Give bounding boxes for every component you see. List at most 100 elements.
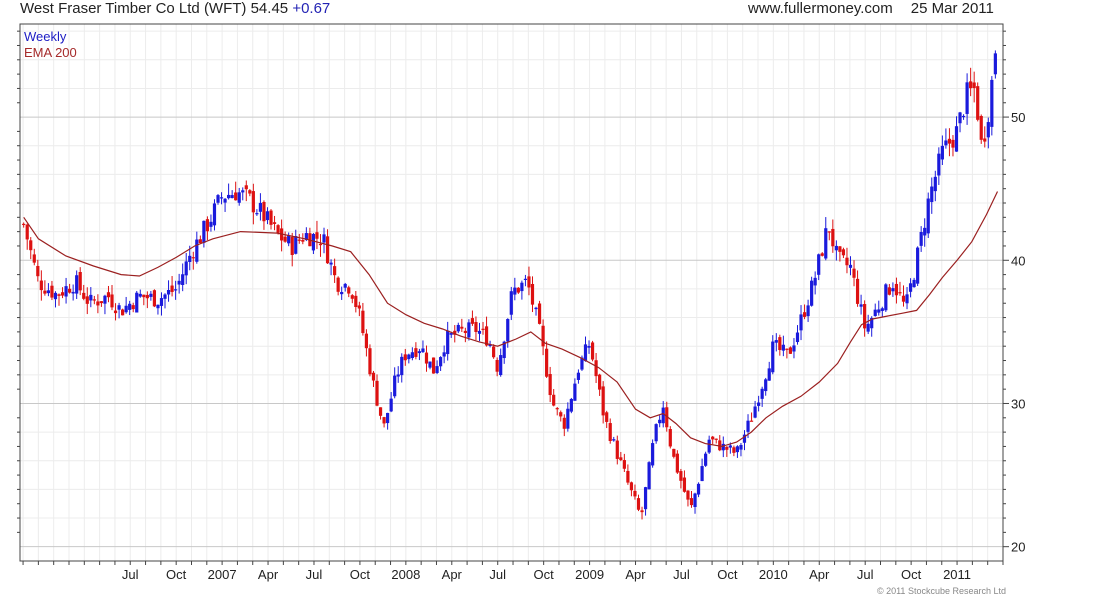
- candle-up: [824, 228, 828, 259]
- candle-down: [598, 374, 602, 390]
- candle-down: [39, 280, 43, 291]
- candle-up: [75, 275, 79, 294]
- candle-up: [520, 282, 524, 292]
- candle-down: [170, 285, 174, 292]
- candle-down: [590, 342, 595, 360]
- candle-up: [410, 352, 414, 359]
- candle-up: [138, 293, 142, 297]
- candle-down: [297, 239, 301, 241]
- candle-down: [541, 325, 545, 347]
- candle-down: [594, 360, 598, 377]
- candle-up: [965, 82, 969, 114]
- candle-up: [135, 292, 139, 313]
- y-tick-label: 20: [1011, 540, 1025, 555]
- x-tick-label: 2009: [575, 567, 604, 582]
- candle-down: [714, 438, 718, 440]
- candle-up: [103, 295, 107, 304]
- candle-down: [244, 185, 248, 190]
- candle-up: [322, 234, 326, 243]
- x-tick-label: Jul: [857, 567, 874, 582]
- candle-down: [68, 288, 72, 293]
- candle-down: [894, 283, 899, 296]
- candle-up: [569, 398, 573, 412]
- candle-down: [368, 348, 372, 375]
- candle-down: [552, 394, 556, 406]
- candle-down: [191, 257, 195, 259]
- candle-up: [834, 245, 838, 251]
- candle-down: [470, 318, 475, 324]
- candle-up: [400, 356, 404, 376]
- x-tick-label: Oct: [350, 567, 371, 582]
- candle-up: [739, 445, 743, 450]
- candle-down: [672, 448, 676, 457]
- candle-up: [884, 284, 888, 311]
- candle-up: [795, 332, 800, 343]
- candle-down: [262, 201, 266, 222]
- candle-down: [152, 290, 157, 307]
- candle-down: [640, 510, 644, 513]
- candle-up: [764, 379, 768, 392]
- candle-up: [241, 190, 245, 193]
- candle-down: [559, 412, 563, 417]
- candle-down: [283, 236, 287, 242]
- x-tick-label: Jul: [673, 567, 690, 582]
- candle-down: [142, 294, 146, 298]
- x-tick-label: Jul: [122, 567, 139, 582]
- candle-up: [421, 348, 425, 353]
- candle-up: [177, 280, 181, 285]
- candle-down: [725, 446, 729, 450]
- candle-down: [484, 326, 489, 346]
- candle-up: [916, 247, 920, 284]
- candle-up: [933, 176, 937, 192]
- candle-up: [658, 419, 662, 424]
- candle-up: [880, 308, 884, 311]
- x-tick-label: Jul: [489, 567, 506, 582]
- candle-up: [343, 283, 347, 288]
- candle-up: [958, 112, 962, 124]
- candle-up: [908, 283, 913, 292]
- candle-down: [530, 283, 535, 305]
- candle-down: [205, 219, 210, 232]
- candle-up: [128, 303, 132, 310]
- candle-up: [89, 294, 93, 301]
- candle-up: [930, 186, 934, 203]
- candle-up: [993, 53, 997, 75]
- x-tick-label: 2007: [208, 567, 237, 582]
- candle-down: [619, 457, 623, 461]
- candle-up: [389, 398, 393, 412]
- candle-down: [43, 290, 47, 294]
- x-tick-label: Oct: [166, 567, 187, 582]
- x-tick-label: Apr: [258, 567, 279, 582]
- candle-down: [969, 81, 973, 89]
- candle-down: [622, 460, 626, 469]
- candle-up: [216, 195, 220, 203]
- candle-up: [654, 424, 658, 442]
- candle-up: [117, 305, 121, 310]
- candle-down: [855, 278, 860, 304]
- candle-up: [166, 290, 171, 295]
- candle-down: [248, 190, 252, 194]
- candle-up: [209, 221, 213, 227]
- x-tick-label: Oct: [901, 567, 922, 582]
- candle-up: [721, 443, 725, 451]
- candle-down: [357, 305, 361, 309]
- candle-down: [318, 243, 323, 246]
- candle-down: [251, 191, 255, 213]
- candle-down: [431, 357, 436, 374]
- candle-up: [576, 372, 581, 380]
- legend-weekly: Weekly: [24, 29, 67, 44]
- candle-up: [64, 286, 68, 297]
- candle-down: [537, 303, 542, 324]
- candle-down: [57, 294, 61, 296]
- candle-up: [757, 402, 761, 406]
- candle-down: [802, 312, 807, 317]
- candle-down: [548, 374, 552, 396]
- candle-down: [29, 240, 33, 251]
- candle-up: [340, 291, 344, 295]
- candle-down: [778, 337, 782, 351]
- candle-down: [841, 249, 846, 256]
- candle-down: [675, 453, 679, 473]
- candle-down: [979, 115, 983, 140]
- x-tick-label: Apr: [809, 567, 830, 582]
- candle-down: [901, 295, 906, 302]
